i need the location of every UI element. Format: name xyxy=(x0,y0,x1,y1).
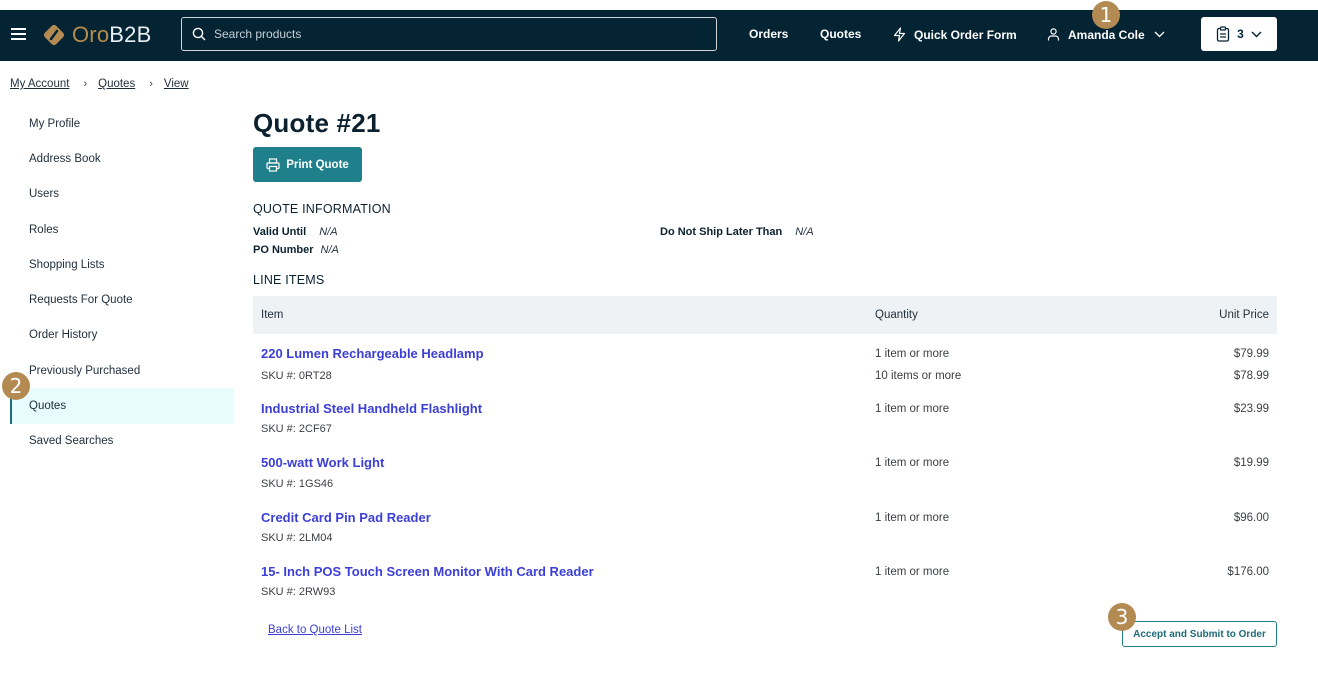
user-name: Amanda Cole xyxy=(1068,27,1145,42)
breadcrumb-view[interactable]: View xyxy=(164,78,189,90)
po-number-row: PO Number N/A xyxy=(253,244,339,256)
column-header-item: Item xyxy=(261,309,284,321)
table-header: Item Quantity Unit Price xyxy=(253,296,1277,334)
quantity-tier: 1 item or more xyxy=(875,403,950,415)
sidebar-item-my-profile[interactable]: My Profile xyxy=(10,106,234,141)
sidebar-item-shopping-lists[interactable]: Shopping Lists xyxy=(10,247,234,282)
nav-quick-order-label: Quick Order Form xyxy=(914,27,1017,42)
search-box[interactable] xyxy=(181,17,717,51)
lightning-icon xyxy=(893,27,906,42)
unit-price: $23.99 xyxy=(1233,403,1269,415)
logo-mark-icon xyxy=(43,24,65,46)
unit-price: $96.00 xyxy=(1233,512,1269,524)
column-header-quantity: Quantity xyxy=(875,309,918,321)
annotation-badge-2: 2 xyxy=(2,372,30,400)
breadcrumb-my-account[interactable]: My Account xyxy=(10,78,69,90)
annotation-badge-1: 1 xyxy=(1092,1,1120,29)
logo[interactable]: OroB2B xyxy=(41,21,151,49)
product-sku: SKU #: 2LM04 xyxy=(261,532,333,544)
unit-price: $176.00 xyxy=(1227,566,1269,578)
quantity-tier: 1 item or more xyxy=(875,512,950,524)
shopping-list-count: 3 xyxy=(1237,27,1244,41)
sidebar-item-quotes[interactable]: Quotes xyxy=(10,388,234,424)
clipboard-icon xyxy=(1217,26,1230,42)
page-title: Quote #21 xyxy=(253,108,381,138)
valid-until-value: N/A xyxy=(319,226,338,238)
quantity-tier: 10 items or more xyxy=(875,370,962,382)
breadcrumb-separator-icon: › xyxy=(149,78,153,90)
valid-until-row: Valid Until N/A xyxy=(253,226,338,238)
nav-quick-order-form[interactable]: Quick Order Form xyxy=(892,27,1017,42)
unit-price: $78.99 xyxy=(1233,370,1269,382)
search-icon xyxy=(192,27,206,41)
annotation-badge-3: 3 xyxy=(1108,603,1136,631)
unit-price: $79.99 xyxy=(1233,348,1269,360)
breadcrumb: My Account › Quotes › View xyxy=(10,78,189,90)
quote-information-heading: QUOTE INFORMATION xyxy=(253,202,391,216)
sidebar-item-saved-searches[interactable]: Saved Searches xyxy=(10,424,234,459)
logo-oro-text: Oro xyxy=(72,22,110,47)
do-not-ship-row: Do Not Ship Later Than N/A xyxy=(660,226,814,238)
line-items-table: Item Quantity Unit Price 220 Lumen Recha… xyxy=(253,296,1277,598)
product-link[interactable]: 220 Lumen Rechargeable Headlamp xyxy=(261,346,484,361)
breadcrumb-separator-icon: › xyxy=(83,78,88,90)
do-not-ship-value: N/A xyxy=(795,226,814,238)
unit-price: $19.99 xyxy=(1233,457,1269,469)
product-link[interactable]: Industrial Steel Handheld Flashlight xyxy=(261,401,482,416)
breadcrumb-quotes[interactable]: Quotes xyxy=(98,78,135,90)
top-header: OroB2B Orders Quotes Quick Order Form Am… xyxy=(0,10,1318,61)
quantity-tier: 1 item or more xyxy=(875,457,950,469)
po-number-value: N/A xyxy=(320,244,339,256)
product-sku: SKU #: 1GS46 xyxy=(261,478,334,490)
quantity-tier: 1 item or more xyxy=(875,566,950,578)
accept-and-submit-button[interactable]: Accept and Submit to Order xyxy=(1122,621,1277,647)
product-link[interactable]: 15- Inch POS Touch Screen Monitor With C… xyxy=(261,564,594,579)
sidebar-item-users[interactable]: Users xyxy=(10,177,234,212)
quantity-tier: 1 item or more xyxy=(875,348,950,360)
search-input[interactable] xyxy=(214,27,694,41)
product-sku: SKU #: 0RT28 xyxy=(261,370,332,382)
nav-orders[interactable]: Orders xyxy=(749,27,788,41)
chevron-down-icon xyxy=(1251,31,1262,37)
back-to-quote-list-link[interactable]: Back to Quote List xyxy=(268,624,362,636)
sidebar-item-requests-for-quote[interactable]: Requests For Quote xyxy=(10,282,234,317)
print-quote-button[interactable]: Print Quote xyxy=(253,147,362,182)
logo-b2b-text: B2B xyxy=(109,22,152,47)
print-quote-label: Print Quote xyxy=(286,158,349,171)
product-sku: SKU #: 2CF67 xyxy=(261,423,332,435)
main-content: Quote #21 Print Quote QUOTE INFORMATION … xyxy=(253,108,1277,598)
printer-icon xyxy=(266,157,280,172)
column-header-unit-price: Unit Price xyxy=(1219,309,1269,321)
do-not-ship-label: Do Not Ship Later Than xyxy=(660,226,783,238)
sidebar-item-address-book[interactable]: Address Book xyxy=(10,141,234,176)
nav-quotes[interactable]: Quotes xyxy=(820,27,861,41)
user-icon xyxy=(1047,28,1060,41)
valid-until-label: Valid Until xyxy=(253,226,307,238)
user-menu[interactable]: Amanda Cole xyxy=(1046,27,1165,42)
line-items-heading: LINE ITEMS xyxy=(253,273,325,287)
po-number-label: PO Number xyxy=(253,244,314,256)
sidebar-item-order-history[interactable]: Order History xyxy=(10,318,234,353)
product-sku: SKU #: 2RW93 xyxy=(261,586,336,598)
menu-icon[interactable] xyxy=(11,28,26,41)
sidebar-item-roles[interactable]: Roles xyxy=(10,212,234,247)
shopping-list-widget[interactable]: 3 xyxy=(1201,17,1277,51)
sidebar-item-previously-purchased[interactable]: Previously Purchased xyxy=(10,353,234,388)
account-sidebar: My Profile Address Book Users Roles Shop… xyxy=(10,106,234,459)
product-link[interactable]: 500-watt Work Light xyxy=(261,455,384,470)
chevron-down-icon xyxy=(1154,31,1165,38)
product-link[interactable]: Credit Card Pin Pad Reader xyxy=(261,510,431,525)
